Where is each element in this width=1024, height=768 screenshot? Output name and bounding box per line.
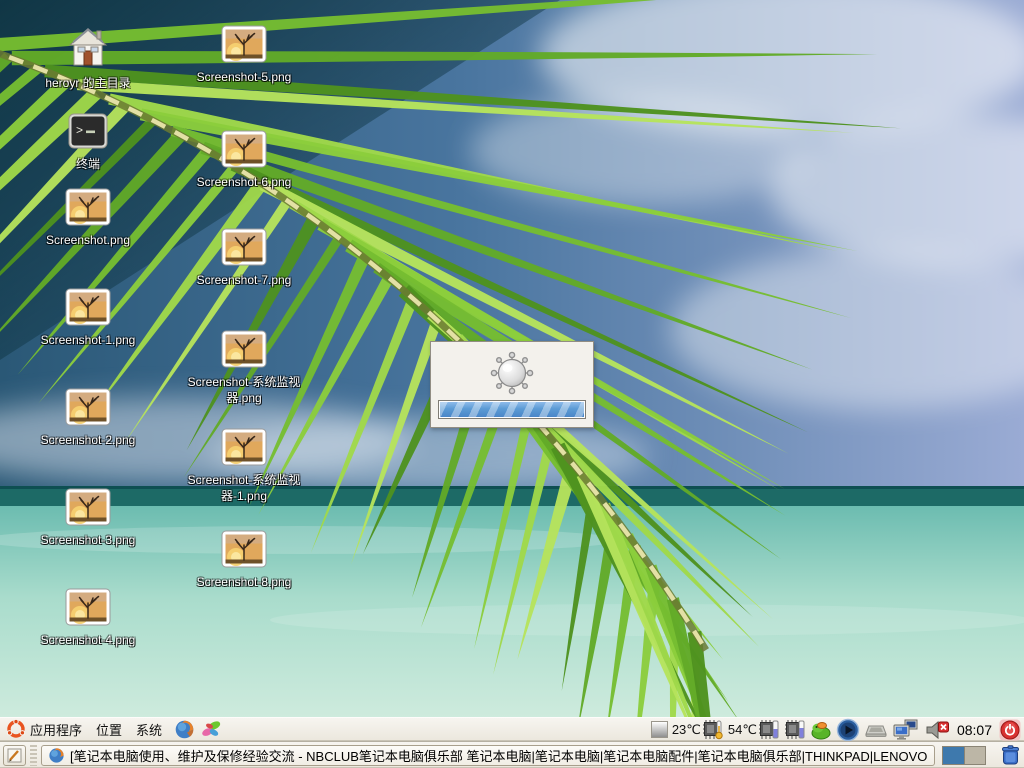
terminal-icon: > [67, 112, 109, 150]
image-file-icon [221, 130, 267, 168]
play-button-icon [836, 718, 860, 742]
window-task-button[interactable]: [笔记本电脑使用、维护及保修经验交流 - NBCLUB笔记本电脑俱乐部 笔记本电… [41, 745, 935, 766]
taskbar-panel: [笔记本电脑使用、维护及保修经验交流 - NBCLUB笔记本电脑俱乐部 笔记本电… [0, 741, 1024, 768]
firefox-launcher[interactable] [172, 718, 197, 741]
firefox-icon [174, 719, 195, 740]
power-button-icon [999, 719, 1021, 741]
dual-monitors-icon [892, 718, 920, 742]
desktop-icon-label: Screenshot.png [46, 233, 130, 249]
desktop-icon[interactable]: Screenshot-系统监视器-1.png [174, 428, 314, 504]
applications-menu-label: 应用程序 [30, 720, 82, 739]
workspace-1-active[interactable] [943, 747, 964, 764]
loading-splash-dialog [430, 341, 594, 428]
desktop-icon-label: Screenshot-7.png [197, 273, 292, 289]
desktop: heroyr 的主目录 > 终端 Screenshot.png Screenshot-1… [0, 0, 1024, 768]
show-desktop-icon [7, 748, 22, 763]
workspace-switcher [942, 746, 986, 765]
green-creature-tray-icon [810, 719, 832, 740]
chip-thermometer-icon [702, 719, 724, 740]
desktop-icon-label: Screenshot-5.png [197, 70, 292, 86]
cpufreq-gauge-icon [651, 721, 668, 738]
desktop-icon-label: Screenshot-1.png [41, 333, 136, 349]
image-file-icon [65, 188, 111, 226]
places-menu[interactable]: 位置 [92, 718, 130, 742]
image-file-icon [65, 388, 111, 426]
desktop-icon-label: Screenshot-6.png [197, 175, 292, 191]
desktop-icon-label: Screenshot-3.png [41, 533, 136, 549]
desktop-icon-label: 终端 [76, 157, 100, 173]
sensors-applet-cpu[interactable]: 23℃ [671, 719, 725, 740]
cpu-temp-label: 23℃ [672, 722, 701, 738]
image-file-icon [65, 488, 111, 526]
pinwheel-app-icon [201, 719, 222, 740]
image-file-icon [221, 530, 267, 568]
sensors-applet-gpu[interactable]: 54℃ [727, 719, 781, 740]
desktop-icon-label: Screenshot-4.png [41, 633, 136, 649]
desktop-icon[interactable]: Screenshot-4.png [18, 588, 158, 649]
splash-progress-bar [438, 400, 586, 419]
desktop-icon[interactable]: Screenshot-6.png [174, 130, 314, 191]
places-menu-label: 位置 [96, 720, 122, 739]
desktop-icon[interactable]: Screenshot-7.png [174, 228, 314, 289]
desktop-icon[interactable]: Screenshot-2.png [18, 388, 158, 449]
home-icon [64, 25, 112, 69]
laptop-tray[interactable] [863, 720, 889, 740]
svg-text:>: > [76, 123, 83, 137]
desktop-icon[interactable]: Screenshot-8.png [174, 530, 314, 591]
mine-sun-icon [489, 350, 535, 396]
trash-icon [1000, 744, 1021, 766]
desktop-icon[interactable]: Screenshot-1.png [18, 288, 158, 349]
cpufreq-applet[interactable] [650, 721, 669, 738]
desktop-icon-label: Screenshot-2.png [41, 433, 136, 449]
desktop-icon-column-1: heroyr 的主目录 > 终端 Screenshot.png Screenshot-1… [18, 0, 158, 717]
desktop-icon[interactable]: Screenshot-5.png [174, 25, 314, 86]
clock-applet[interactable]: 08:07 [953, 722, 996, 738]
muted-speaker-icon [924, 719, 950, 741]
desktop-icon[interactable]: Screenshot.png [18, 188, 158, 249]
ubuntu-logo-icon [6, 719, 26, 739]
system-menu-label: 系统 [136, 720, 162, 739]
desktop-icon[interactable]: Screenshot-3.png [18, 488, 158, 549]
laptop-tray-icon [864, 720, 888, 740]
desktop-icon-column-2: Screenshot-5.png Screenshot-6.png Screensh… [174, 0, 314, 717]
media-play-tray[interactable] [835, 718, 861, 742]
workspace-2[interactable] [964, 747, 985, 764]
trash-applet[interactable] [1000, 744, 1021, 766]
image-file-icon [221, 25, 267, 63]
volume-applet[interactable] [923, 719, 951, 741]
desktop-icon[interactable]: heroyr 的主目录 [18, 25, 158, 92]
desktop-icon[interactable]: > 终端 [18, 112, 158, 173]
desktop-icon-label: Screenshot-系统监视器.png [174, 375, 314, 406]
pinwheel-launcher[interactable] [199, 718, 224, 741]
firefox-icon [48, 747, 65, 764]
desktop-icon-label: heroyr 的主目录 [45, 76, 130, 92]
image-file-icon [65, 288, 111, 326]
image-file-icon [221, 330, 267, 368]
gpu-temp-label: 54℃ [728, 722, 757, 738]
sensors-applet-hdd[interactable] [783, 719, 807, 740]
gnome-panel: 应用程序 位置 系统 [0, 717, 1024, 741]
show-desktop-button[interactable] [3, 745, 26, 766]
splash-progress-fill [440, 402, 584, 417]
chip-gauge-icon [784, 719, 806, 740]
panel-drag-handle[interactable] [30, 745, 37, 766]
desktop-icon-label: Screenshot-系统监视器-1.png [174, 473, 314, 504]
tray-green-app[interactable] [809, 719, 833, 740]
desktop-icon-label: Screenshot-8.png [197, 575, 292, 591]
window-title: [笔记本电脑使用、维护及保修经验交流 - NBCLUB笔记本电脑俱乐部 笔记本电… [70, 746, 928, 765]
image-file-icon [221, 428, 267, 466]
image-file-icon [221, 228, 267, 266]
desktop-icon[interactable]: Screenshot-系统监视器.png [174, 330, 314, 406]
image-file-icon [65, 588, 111, 626]
system-menu[interactable]: 系统 [132, 718, 170, 742]
applications-menu[interactable]: 应用程序 [2, 717, 90, 742]
chip-gauge-icon [758, 719, 780, 740]
displays-tray[interactable] [891, 718, 921, 742]
shutdown-applet[interactable] [998, 719, 1022, 741]
